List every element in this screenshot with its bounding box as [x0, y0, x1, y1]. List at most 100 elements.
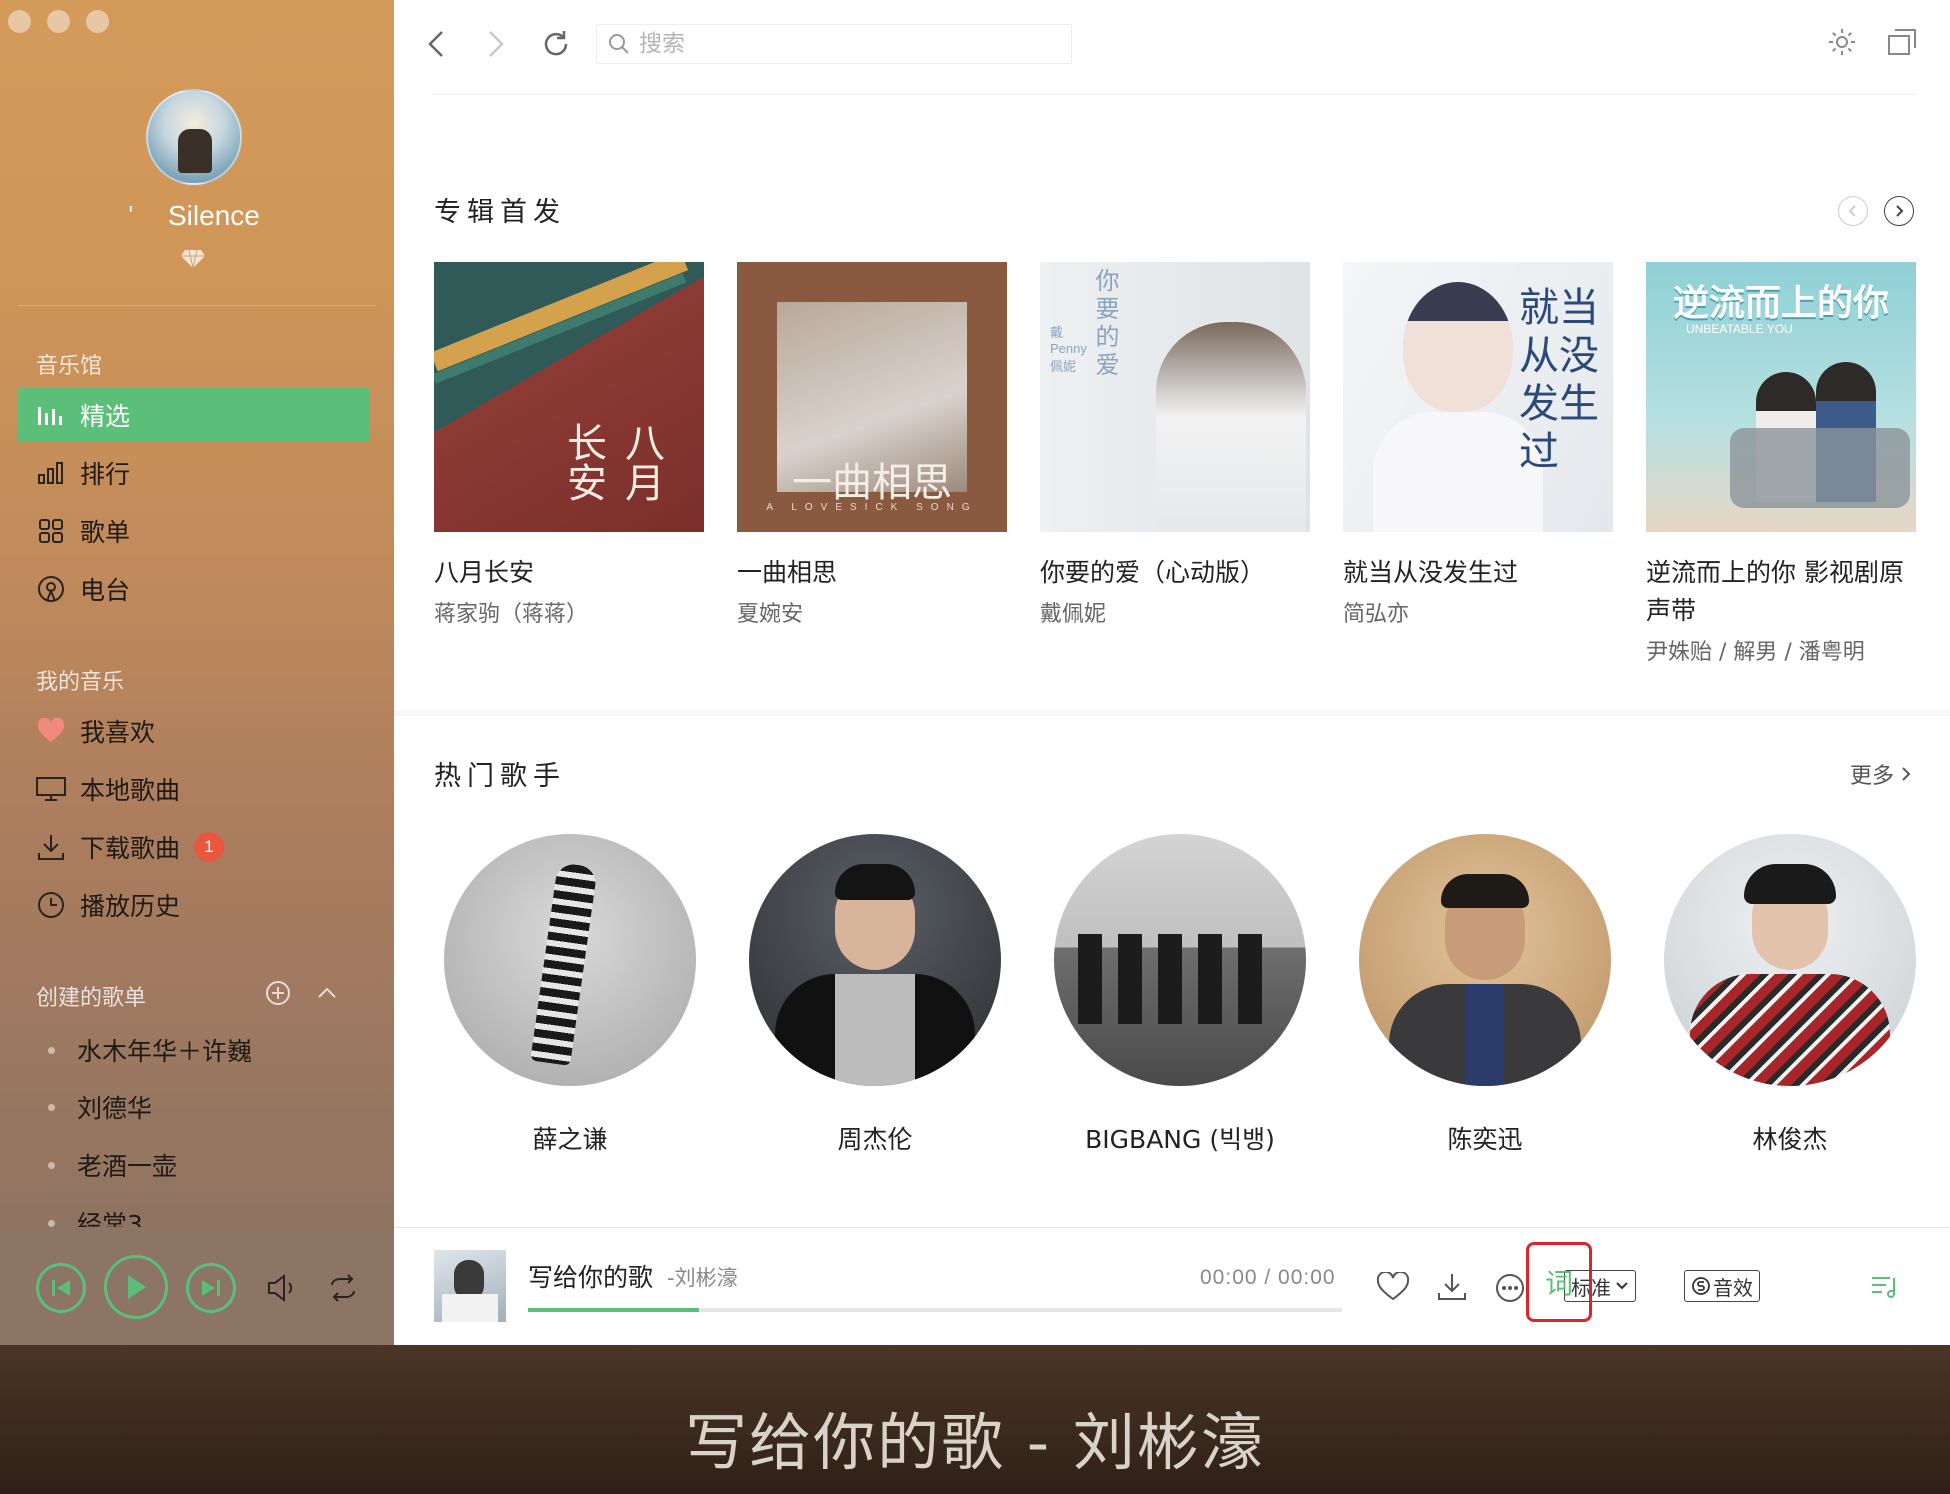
sidebar-item-local-songs[interactable]: 本地歌曲 — [18, 762, 370, 816]
app-window: ' Silence 音乐馆 精选 排行 歌单 电台 我的音乐 我喜欢 本地歌曲 — [0, 0, 1950, 1345]
album-card[interactable]: 八月长安 八月长安 蒋家驹（蒋蒋） — [434, 262, 704, 628]
now-playing-title[interactable]: 写给你的歌 — [528, 1258, 653, 1294]
singer-card[interactable]: BIGBANG (빅뱅) — [1054, 834, 1306, 1156]
sidebar-item-charts[interactable]: 排行 — [18, 446, 370, 500]
progress-fill — [528, 1308, 699, 1312]
previous-button[interactable] — [36, 1263, 86, 1313]
album-card[interactable]: 一曲相思 A LOVESICK SONG 一曲相思 夏婉安 — [737, 262, 1007, 628]
playlist-label: 刘德华 — [77, 1094, 153, 1123]
section-label-created-playlists: 创建的歌单 — [36, 986, 147, 1011]
search-input[interactable] — [639, 31, 1039, 57]
album-name[interactable]: 一曲相思 — [737, 554, 1007, 592]
carousel-next-button[interactable] — [1884, 196, 1914, 226]
singer-name[interactable]: 薛之谦 — [444, 1120, 696, 1156]
album-cover[interactable]: 你要的爱 戴 Penny 佩妮 — [1040, 262, 1310, 532]
album-artist[interactable]: 蒋家驹（蒋蒋） — [434, 596, 704, 628]
singer-photo[interactable] — [1359, 834, 1611, 1086]
album-name[interactable]: 就当从没发生过 — [1343, 554, 1613, 592]
album-card[interactable]: 就当从没发生过 就当从没发生过 简弘亦 — [1343, 262, 1613, 628]
sidebar-item-label: 排行 — [80, 460, 131, 489]
more-options-icon[interactable] — [1494, 1272, 1526, 1304]
sidebar-item-radio[interactable]: 电台 — [18, 562, 370, 616]
chevron-up-icon[interactable] — [316, 980, 338, 1006]
now-playing-cover[interactable] — [434, 1250, 506, 1322]
effect-label: 音效 — [1713, 1275, 1753, 1300]
chevron-left-icon — [1848, 205, 1856, 217]
singer-name[interactable]: 林俊杰 — [1664, 1120, 1916, 1156]
singer-photo[interactable] — [1664, 834, 1916, 1086]
download-icon[interactable] — [1436, 1272, 1468, 1302]
album-artist[interactable]: 尹姝贻 / 解男 / 潘粤明 — [1646, 634, 1916, 666]
toolbar — [394, 0, 1950, 88]
close-window-button[interactable] — [8, 10, 31, 33]
minimize-window-button[interactable] — [47, 10, 70, 33]
playlist-item[interactable]: 经常3 — [48, 1205, 143, 1227]
playlist-queue-icon[interactable] — [1870, 1272, 1900, 1302]
playlist-item[interactable]: 老酒一壶 — [48, 1147, 177, 1183]
sidebar-item-featured[interactable]: 精选 — [18, 388, 370, 442]
mini-mode-icon[interactable] — [1886, 26, 1918, 58]
singer-photo[interactable] — [444, 834, 696, 1086]
add-playlist-icon[interactable] — [265, 980, 291, 1006]
sound-effect-button[interactable]: 音效 — [1684, 1270, 1760, 1302]
repeat-icon[interactable] — [326, 1273, 360, 1303]
section-title: 专辑首发 — [434, 197, 566, 228]
album-card[interactable]: 逆流而上的你 UNBEATABLE YOU 逆流而上的你 影视剧原声带 尹姝贻 … — [1646, 262, 1916, 666]
zoom-window-button[interactable] — [86, 10, 109, 33]
progress-bar[interactable] — [528, 1308, 1342, 1312]
section-label-my-music: 我的音乐 — [36, 670, 125, 695]
play-button[interactable] — [104, 1255, 168, 1319]
forward-icon[interactable] — [484, 28, 508, 60]
singer-card[interactable]: 林俊杰 — [1664, 834, 1916, 1156]
singer-card[interactable]: 薛之谦 — [444, 834, 696, 1156]
back-icon[interactable] — [424, 28, 448, 60]
like-icon[interactable] — [1376, 1272, 1410, 1302]
album-cover[interactable]: 八月长安 — [434, 262, 704, 532]
avatar[interactable] — [146, 89, 242, 185]
desktop-lyric[interactable]: 写给你的歌 - 刘彬濠 — [0, 1392, 1950, 1482]
album-card[interactable]: 你要的爱 戴 Penny 佩妮 你要的爱（心动版） 戴佩妮 — [1040, 262, 1310, 628]
singer-photo[interactable] — [1054, 834, 1306, 1086]
sidebar-divider — [18, 305, 376, 306]
playlist-item[interactable]: 水木年华＋许巍 — [48, 1032, 252, 1068]
download-count-badge: 1 — [194, 832, 225, 862]
album-cover[interactable]: 逆流而上的你 UNBEATABLE YOU — [1646, 262, 1916, 532]
album-name[interactable]: 八月长安 — [434, 554, 704, 592]
album-name[interactable]: 逆流而上的你 影视剧原声带 — [1646, 554, 1916, 630]
sidebar-item-playlists[interactable]: 歌单 — [18, 504, 370, 558]
singer-photo[interactable] — [749, 834, 1001, 1086]
playlist-item[interactable]: 刘德华 — [48, 1089, 152, 1125]
search-box[interactable] — [596, 24, 1072, 64]
sidebar-item-downloads[interactable]: 下载歌曲 1 — [18, 820, 370, 874]
lyrics-button[interactable]: 词 — [1526, 1242, 1592, 1322]
username[interactable]: Silence — [168, 200, 260, 232]
album-artist[interactable]: 夏婉安 — [737, 596, 1007, 628]
singer-card[interactable]: 周杰伦 — [749, 834, 1001, 1156]
singer-card[interactable]: 陈奕迅 — [1359, 834, 1611, 1156]
singer-name[interactable]: BIGBANG (빅뱅) — [1054, 1120, 1306, 1156]
sidebar-item-label: 本地歌曲 — [80, 776, 181, 805]
album-artist[interactable]: 简弘亦 — [1343, 596, 1613, 628]
now-playing-artist[interactable]: -刘彬濠 — [667, 1262, 738, 1292]
cover-subtext: UNBEATABLE YOU — [1686, 322, 1793, 336]
gear-icon[interactable] — [1826, 26, 1858, 58]
album-cover[interactable]: 一曲相思 A LOVESICK SONG — [737, 262, 1007, 532]
new-albums-section: 专辑首发 八月长安 八月长安 蒋家驹（蒋蒋） 一曲相思 A LOVESICK S… — [394, 150, 1950, 710]
window-controls — [8, 10, 109, 33]
carousel-prev-button[interactable] — [1838, 196, 1868, 226]
sidebar-item-favorites[interactable]: 我喜欢 — [18, 704, 370, 758]
playlist-label: 水木年华＋许巍 — [77, 1037, 253, 1066]
sidebar-item-history[interactable]: 播放历史 — [18, 878, 370, 932]
singer-name[interactable]: 周杰伦 — [749, 1120, 1001, 1156]
album-name[interactable]: 你要的爱（心动版） — [1040, 554, 1310, 592]
album-cover[interactable]: 就当从没发生过 — [1343, 262, 1613, 532]
chevron-right-icon — [1902, 767, 1911, 781]
refresh-icon[interactable] — [540, 28, 572, 60]
diamond-icon[interactable] — [181, 248, 205, 268]
volume-icon[interactable] — [266, 1273, 300, 1303]
singer-name[interactable]: 陈奕迅 — [1359, 1120, 1611, 1156]
more-link[interactable]: 更多 — [1850, 758, 1912, 790]
album-artist[interactable]: 戴佩妮 — [1040, 596, 1310, 628]
playback-time: 00:00 / 00:00 — [1200, 1266, 1336, 1289]
next-button[interactable] — [186, 1263, 236, 1313]
